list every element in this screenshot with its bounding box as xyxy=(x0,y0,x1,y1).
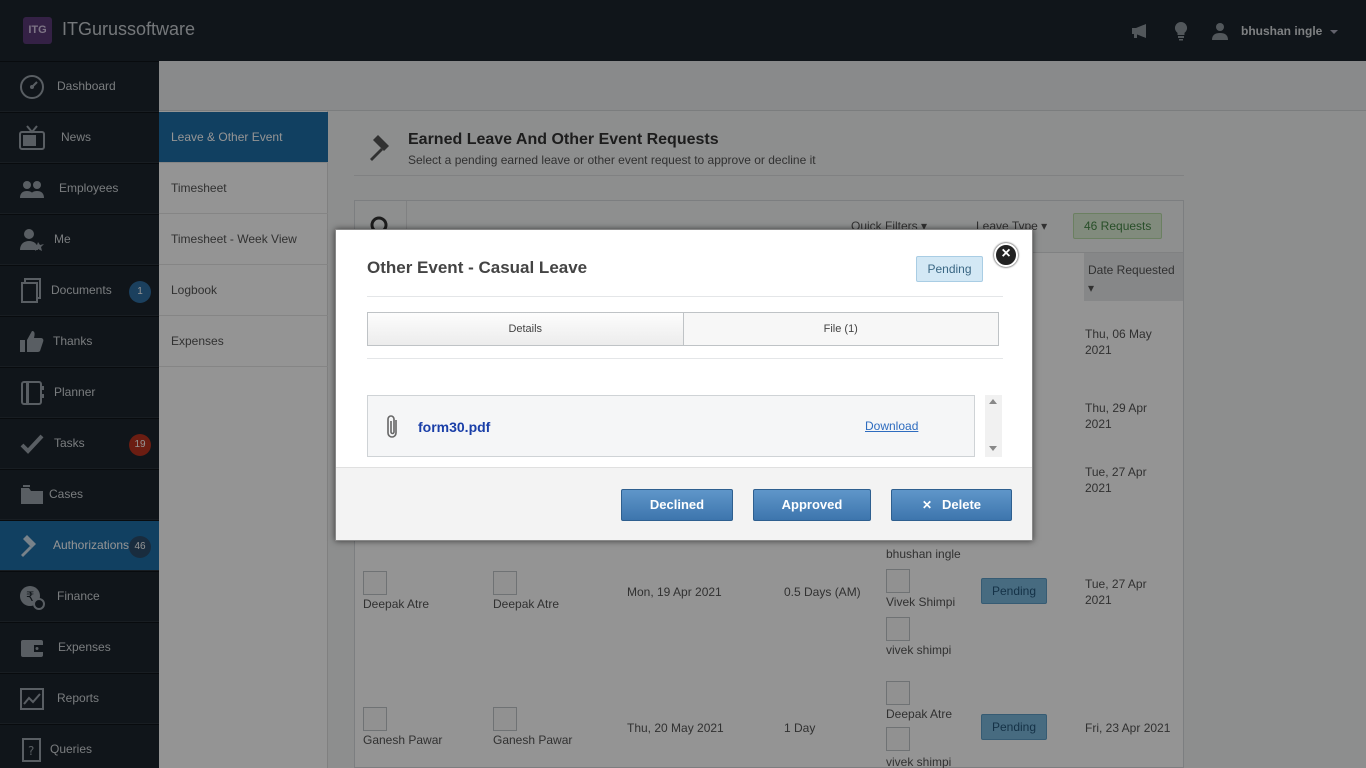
delete-button[interactable]: ✕ Delete xyxy=(891,489,1012,521)
modal-tabs: Details File (1) xyxy=(367,312,999,346)
approved-button[interactable]: Approved xyxy=(753,489,871,521)
file-name: form30.pdf xyxy=(418,419,491,435)
divider xyxy=(367,358,1003,359)
request-detail-modal: Other Event - Casual Leave Pending × Det… xyxy=(335,229,1033,541)
file-item: form30.pdf Download xyxy=(367,395,975,457)
close-icon[interactable]: × xyxy=(994,243,1018,267)
close-icon: ✕ xyxy=(921,498,933,512)
tab-file[interactable]: File (1) xyxy=(682,313,998,345)
declined-button[interactable]: Declined xyxy=(621,489,733,521)
modal-title: Other Event - Casual Leave xyxy=(367,258,588,277)
divider xyxy=(367,296,1003,297)
scroll-up-icon[interactable] xyxy=(989,399,997,404)
tab-details[interactable]: Details xyxy=(368,313,683,345)
download-link[interactable]: Download xyxy=(865,419,918,433)
modal-footer: Declined Approved ✕ Delete xyxy=(336,467,1032,540)
scroll-down-icon[interactable] xyxy=(989,446,997,451)
scrollbar[interactable] xyxy=(985,395,1002,457)
status-badge: Pending xyxy=(916,256,983,282)
paperclip-icon xyxy=(387,415,397,438)
delete-label: Delete xyxy=(942,497,982,512)
